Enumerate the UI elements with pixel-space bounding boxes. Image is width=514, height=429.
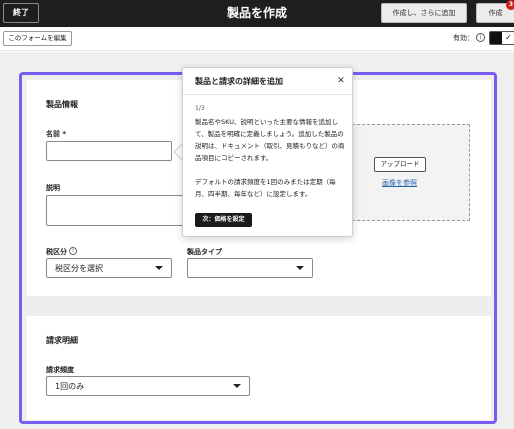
billing-frequency-label: 請求頻度: [46, 366, 74, 374]
tax-category-select[interactable]: 税区分を選択: [46, 258, 172, 278]
tax-category-value: 税区分を選択: [55, 263, 103, 273]
description-textarea[interactable]: [46, 195, 185, 226]
popover-step-counter: 1/3: [195, 105, 205, 112]
product-type-select[interactable]: [187, 258, 313, 278]
billing-details-card: [27, 316, 491, 420]
popover-paragraph-1: 製品名やSKU、説明といった主要な情報を追加して、製品を明確に定義しましょう。追…: [195, 118, 345, 162]
popover-title: 製品と請求の詳細を追加: [195, 77, 283, 86]
tax-category-label: 税区分: [46, 248, 67, 256]
onboarding-popover: 製品と請求の詳細を追加 ✕ 1/3 製品名やSKU、説明といった主要な情報を追加…: [182, 67, 353, 237]
enabled-toggle[interactable]: ✓: [489, 31, 514, 45]
product-section-title: 製品情報: [46, 100, 78, 109]
popover-paragraph-2: デフォルトの請求頻度を1回のみまたは定期（毎月、四半期、毎年など）に設定します。: [195, 178, 336, 198]
info-icon[interactable]: i: [69, 247, 77, 255]
name-label: 名前 *: [46, 130, 67, 138]
toggle-knob: [490, 32, 502, 44]
create-and-add-button[interactable]: 作成し、さらに追加: [381, 3, 467, 23]
notification-badge: 3: [506, 0, 514, 10]
info-icon[interactable]: i: [476, 33, 485, 42]
chevron-down-icon: [233, 384, 241, 388]
image-dropzone[interactable]: [352, 124, 470, 221]
billing-frequency-select[interactable]: 1回のみ: [46, 376, 250, 396]
chevron-down-icon: [296, 266, 304, 270]
product-type-label: 製品タイプ: [187, 248, 222, 256]
browse-image-link[interactable]: 画像を参照: [382, 178, 417, 188]
form-toolbar: このフォームを編集 有効： i ✓: [0, 27, 514, 51]
upload-button[interactable]: アップロード: [374, 157, 426, 172]
next-set-price-button[interactable]: 次：価格を設定: [195, 213, 252, 227]
name-input[interactable]: [46, 141, 172, 161]
description-label: 説明: [46, 184, 60, 192]
edit-form-button[interactable]: このフォームを編集: [3, 31, 72, 46]
billing-section-title: 請求明細: [46, 336, 78, 345]
close-icon[interactable]: ✕: [336, 76, 346, 86]
chevron-down-icon: [155, 266, 163, 270]
enabled-label: 有効：: [453, 34, 474, 42]
top-bar: 終了 製品を作成 作成し、さらに追加 作成 3: [0, 0, 514, 27]
billing-frequency-value: 1回のみ: [55, 381, 85, 391]
check-icon: ✓: [505, 33, 512, 42]
divider: [183, 94, 352, 95]
